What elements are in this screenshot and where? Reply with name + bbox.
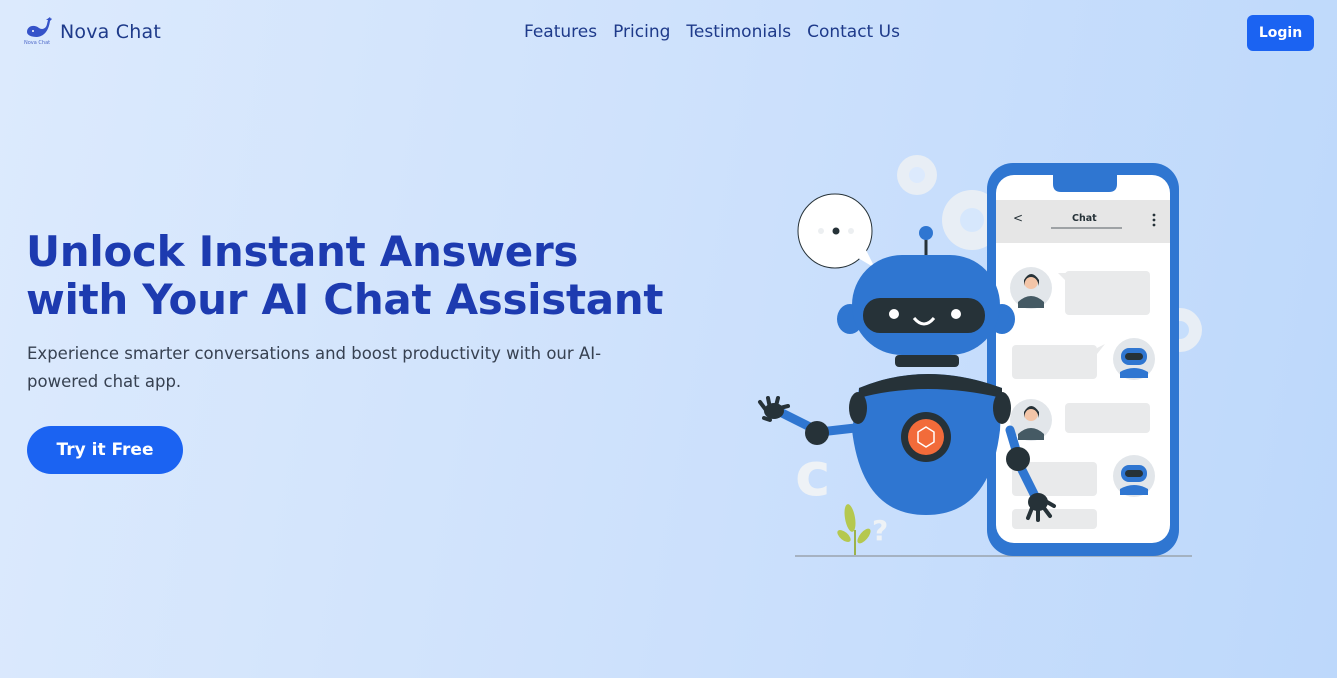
robot-phone-illustration: c ? < Chat (740, 140, 1220, 570)
whale-logo-icon (27, 17, 52, 37)
kebab-menu-icon (1152, 213, 1156, 227)
nav-link-pricing[interactable]: Pricing (613, 22, 670, 42)
nova-logo-icon: Nova Chat (24, 16, 54, 48)
phone-chat-title: Chat (1072, 213, 1097, 224)
logo-caption: Nova Chat (24, 40, 51, 46)
nav-link-features[interactable]: Features (524, 22, 597, 42)
typing-bubble-icon (797, 193, 875, 269)
nav-links: Features Pricing Testimonials Contact Us (524, 22, 900, 42)
brand-name: Nova Chat (60, 21, 161, 43)
login-button[interactable]: Login (1247, 15, 1314, 51)
chat-message-user-1 (1010, 267, 1150, 315)
try-it-free-button[interactable]: Try it Free (27, 426, 183, 474)
question-mark-small: ? (872, 514, 888, 547)
phone-mockup: < Chat (987, 163, 1179, 556)
nav-link-testimonials[interactable]: Testimonials (686, 22, 791, 42)
hero-subtitle: Experience smarter conversations and boo… (27, 344, 602, 391)
question-mark-decor: c (795, 440, 831, 510)
top-navbar: Nova Chat Nova Chat Features Pricing Tes… (0, 0, 1337, 70)
illustration-svg: c ? < Chat (758, 155, 1202, 557)
nav-link-contact-us[interactable]: Contact Us (807, 22, 900, 42)
plant-icon (837, 504, 871, 555)
back-arrow-icon: < (1013, 211, 1023, 225)
hero-title: Unlock Instant Answers with Your AI Chat… (26, 227, 664, 324)
brand[interactable]: Nova Chat Nova Chat (24, 16, 161, 48)
